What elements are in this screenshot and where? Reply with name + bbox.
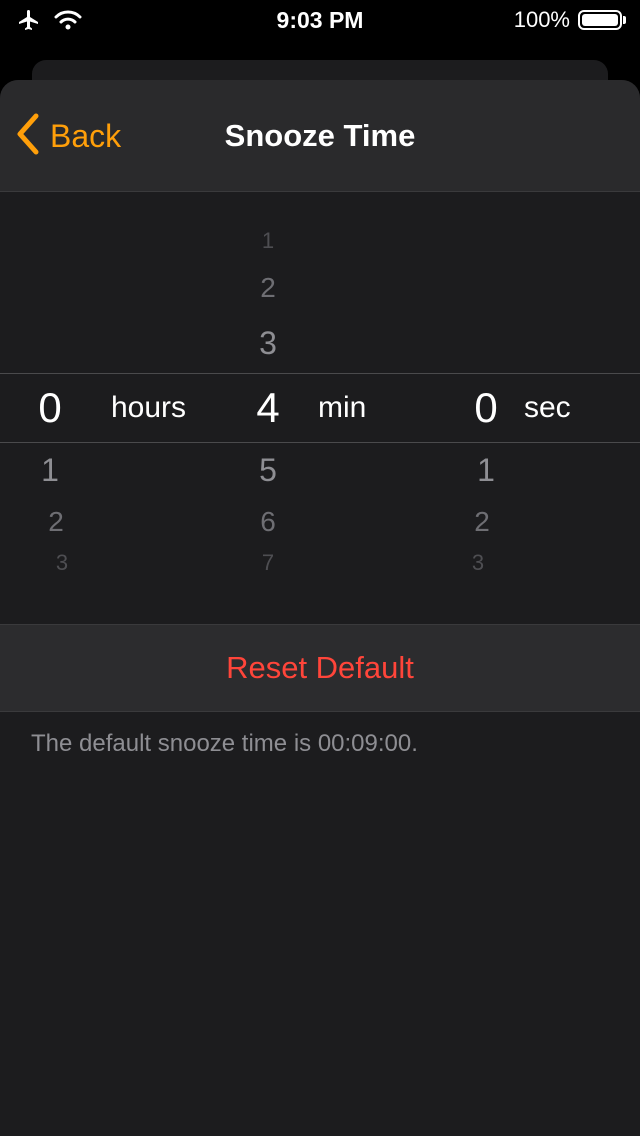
default-snooze-note: The default snooze time is 00:09:00. bbox=[31, 730, 418, 757]
reset-default-button[interactable]: Reset Default bbox=[0, 624, 640, 712]
seconds-option[interactable]: 2 bbox=[452, 506, 512, 538]
minutes-option[interactable]: 7 bbox=[238, 550, 298, 576]
hours-option[interactable]: 2 bbox=[26, 506, 86, 538]
duration-picker[interactable]: 0 1 2 3 hours 1 2 3 4 5 6 7 min 0 1 2 3 … bbox=[0, 192, 640, 624]
hours-unit-label: hours bbox=[111, 391, 187, 424]
minutes-selected[interactable]: 4 bbox=[238, 384, 298, 432]
minutes-option[interactable]: 6 bbox=[238, 506, 298, 538]
minutes-option[interactable]: 5 bbox=[238, 452, 298, 489]
minutes-unit-label: min bbox=[318, 391, 367, 424]
hours-option[interactable]: 3 bbox=[32, 550, 92, 576]
minutes-option[interactable]: 3 bbox=[238, 325, 298, 362]
status-right: 100% bbox=[514, 7, 626, 33]
page-title: Snooze Time bbox=[224, 118, 416, 153]
seconds-selected[interactable]: 0 bbox=[456, 384, 516, 432]
seconds-option[interactable]: 3 bbox=[448, 550, 508, 576]
minutes-option[interactable]: 2 bbox=[238, 272, 298, 304]
hours-option[interactable]: 1 bbox=[20, 452, 80, 489]
seconds-unit-label: sec bbox=[524, 391, 571, 424]
battery-percent: 100% bbox=[513, 7, 570, 32]
navigation-bar: Back Snooze Time bbox=[0, 80, 640, 192]
snooze-time-sheet: Back Snooze Time 0 1 2 3 hours 1 2 3 4 5… bbox=[0, 80, 640, 1136]
status-bar: 9:03 PM 100% bbox=[0, 0, 640, 40]
battery-icon bbox=[578, 10, 622, 30]
minutes-option[interactable]: 1 bbox=[238, 228, 298, 254]
battery-nub bbox=[623, 16, 626, 24]
seconds-option[interactable]: 1 bbox=[456, 452, 516, 489]
hours-selected[interactable]: 0 bbox=[20, 384, 80, 432]
